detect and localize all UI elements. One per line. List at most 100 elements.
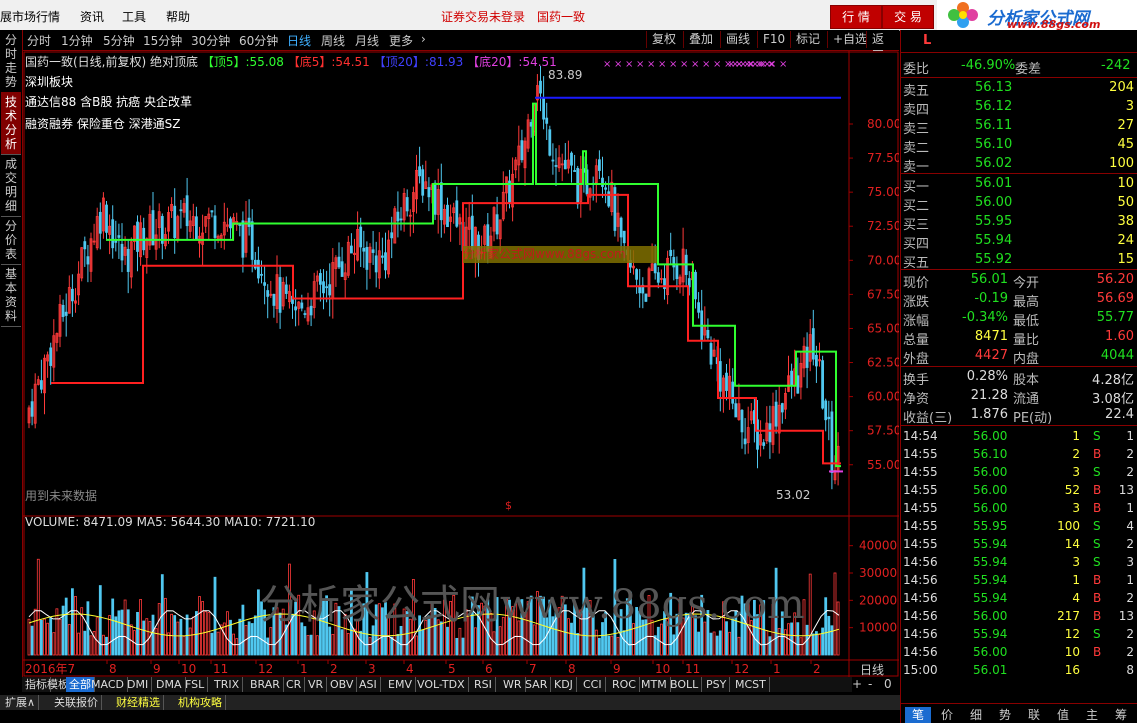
period-60min[interactable]: 60分钟 [239,32,278,49]
quote-label: 内盘 [1013,352,1040,367]
menu-item-tools[interactable]: 工具 [122,8,146,25]
mark-button[interactable]: 标记 [790,31,825,48]
panel-tab-6[interactable]: 主 [1079,707,1105,723]
indicator-tab-rsi[interactable]: RSI [471,677,496,692]
order-book-row[interactable]: 买五 55.92 15 [901,251,1137,271]
menu-item-news[interactable]: 资讯 [80,8,104,25]
panel-tab-5[interactable]: 值 [1050,707,1076,723]
indicator-tab-vol-tdx[interactable]: VOL-TDX [414,677,469,692]
top20-value: 81.93 [428,55,464,69]
future-data-note: 用到未来数据 [25,489,98,503]
period-1min[interactable]: 1分钟 [61,32,93,49]
order-book-row[interactable]: 买三 55.95 38 [901,213,1137,233]
indicator-tab-cci[interactable]: CCI [580,677,606,692]
tick-count: 2 [1126,645,1134,659]
panel-tab-1[interactable]: 价 [934,707,960,723]
overlay-button[interactable]: 叠加 [683,31,718,48]
plus-icon[interactable]: + [852,677,862,691]
panel-tab-2[interactable]: 细 [963,707,989,723]
indicator-tab-macd[interactable]: MACD [88,677,128,692]
order-book-row[interactable]: 买二 56.00 50 [901,194,1137,214]
tab-price-table[interactable]: 分价表 [1,216,21,265]
zero-button[interactable]: 0 [884,677,892,691]
indicator-tab-fsl[interactable]: FSL [182,677,209,692]
date-tick-label: 1 [773,662,781,676]
order-price: 55.94 [975,233,1013,248]
indicator-tab-brar[interactable]: BRAR [247,677,284,692]
signal-marker: × [614,59,622,70]
order-book-row[interactable]: 买一 56.01 10 [901,175,1137,195]
indicator-tab-boll[interactable]: BOLL [667,677,703,692]
quote-button[interactable]: 行 情 [830,5,882,29]
panel-tab-7[interactable]: 筹 [1108,707,1134,723]
panel-tab-0[interactable]: 笔 [905,707,931,723]
trade-button[interactable]: 交 易 [882,5,934,29]
tab-fundamentals[interactable]: 基本资料 [1,264,21,327]
tick-side: S [1093,627,1101,641]
period-more[interactable]: 更多 [389,32,413,49]
order-book-row[interactable]: 买四 55.94 24 [901,232,1137,252]
date-tick-label: 9 [613,662,621,676]
ext-tab-0[interactable]: 扩展∧ [2,695,40,710]
back-button[interactable]: 返回 [866,31,899,63]
minus-icon[interactable]: - [868,677,872,691]
panel-tab-3[interactable]: 势 [992,707,1018,723]
order-level-label: 买四 [903,237,930,252]
tab-intraday[interactable]: 分时走势 [1,30,21,93]
financial-value: 3.08亿 [1092,392,1134,407]
tick-side: B [1093,591,1102,605]
indicator-tab-obv[interactable]: OBV [327,677,358,692]
indicator-tab-roc[interactable]: ROC [609,677,640,692]
financial-label: 股本 [1013,373,1040,388]
panel-tabs: 笔价细势联值主筹 [901,706,1137,723]
order-book-row[interactable]: 卖五 56.13 204 [901,79,1137,99]
indicator-tab-kdj[interactable]: KDJ [551,677,577,692]
concept-board[interactable]: 深圳板块 [25,73,73,90]
quote-value: -0.19 [974,291,1008,306]
order-book-row[interactable]: 卖一 56.02 100 [901,155,1137,175]
tick-row: 14:56 55.94 12 S 2 [901,626,1137,644]
order-level-label: 卖四 [903,103,930,118]
date-tick-label: 6 [485,662,493,676]
tab-trade-details[interactable]: 成交明细 [1,154,21,217]
date-tick-label: 8 [109,662,117,676]
signal-marker: × [702,59,710,70]
indicator-tab-emv[interactable]: EMV [385,677,416,692]
menu-item-help[interactable]: 帮助 [166,8,190,25]
indicator-formula-name[interactable]: 绝对顶底 [150,55,198,69]
ext-tab-2[interactable]: 财经精选 [113,695,164,710]
ext-tab-3[interactable]: 机构攻略 [175,695,226,710]
indicator-tab-mcst[interactable]: MCST [732,677,770,692]
restore-rights-button[interactable]: 复权 [646,31,681,48]
indicator-tab-trix[interactable]: TRIX [211,677,244,692]
period-intraday[interactable]: 分时 [27,32,51,49]
period-weekly[interactable]: 周线 [321,32,345,49]
indicator-tab-cr[interactable]: CR [283,677,306,692]
order-book-row[interactable]: 卖四 56.12 3 [901,98,1137,118]
indicator-tab-dmi[interactable]: DMI [124,677,153,692]
indicator-tab-psy[interactable]: PSY [703,677,731,692]
indicator-tab-vr[interactable]: VR [305,677,328,692]
order-book-row[interactable]: 卖二 56.10 45 [901,136,1137,156]
period-daily[interactable]: 日线 [287,32,311,49]
period-monthly[interactable]: 月线 [355,32,379,49]
tick-volume: 16 [1064,663,1080,677]
indicator-tab-dma[interactable]: DMA [153,677,186,692]
panel-tab-4[interactable]: 联 [1021,707,1047,723]
login-notice[interactable]: 证券交易未登录 [441,8,525,25]
period-30min[interactable]: 30分钟 [191,32,230,49]
f10-button[interactable]: F10 [757,31,790,48]
chevron-right-icon[interactable]: › [421,32,426,46]
ext-tab-1[interactable]: 关联报价 [51,695,102,710]
period-15min[interactable]: 15分钟 [143,32,182,49]
tab-technical-analysis[interactable]: 技术分析 [1,92,21,155]
tick-time: 15:00 [903,663,938,677]
tick-count: 1 [1126,573,1134,587]
draw-line-button[interactable]: 画线 [720,31,755,48]
indicator-tab-sar[interactable]: SAR [522,677,552,692]
indicator-tab-asi[interactable]: ASI [356,677,381,692]
period-5min[interactable]: 5分钟 [103,32,135,49]
order-book-row[interactable]: 卖三 56.11 27 [901,117,1137,137]
webi-value: -46.90% [961,58,1016,73]
indicator-tab-mtm[interactable]: MTM [638,677,671,692]
